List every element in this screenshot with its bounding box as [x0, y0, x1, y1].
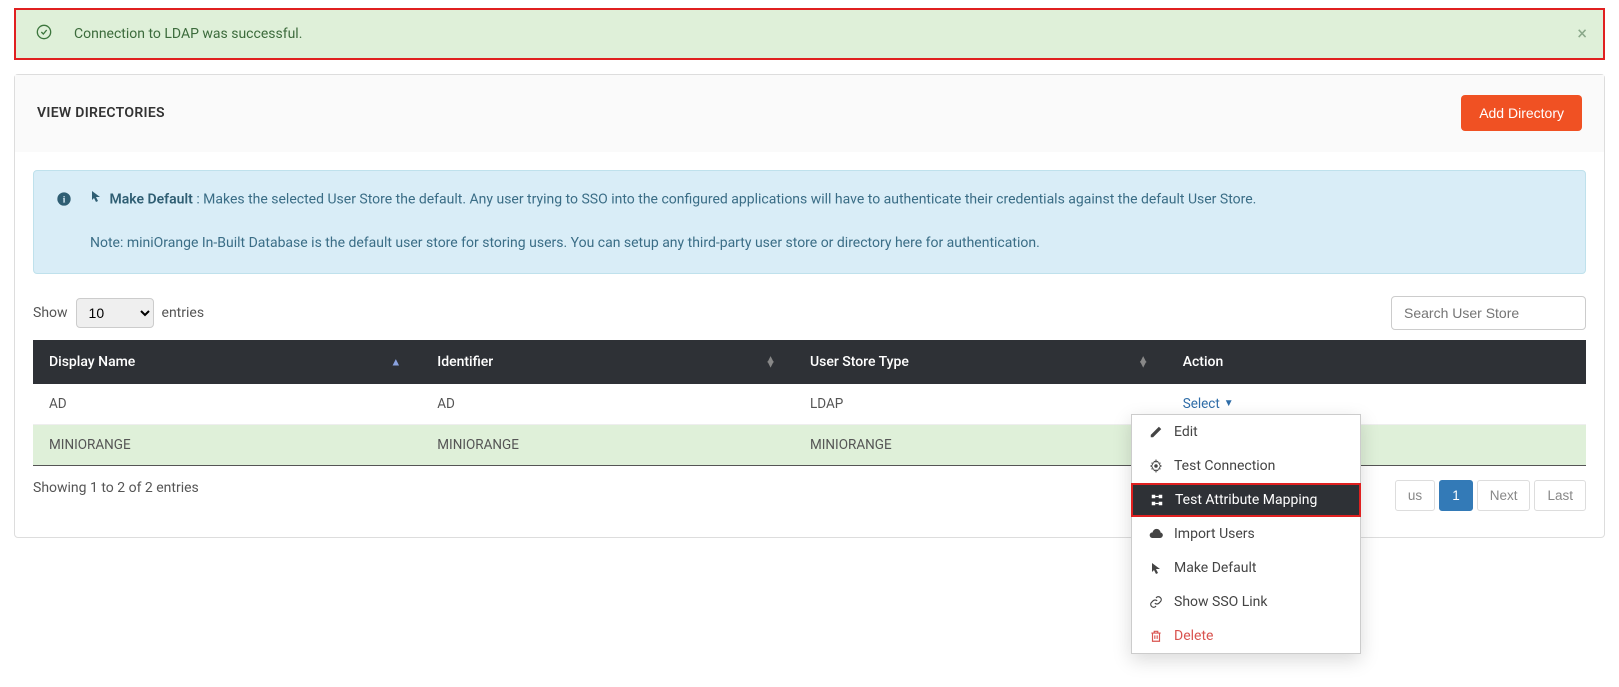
- info-body: : Makes the selected User Store the defa…: [196, 192, 1256, 208]
- pagination: us 1 Next Last: [1395, 480, 1586, 511]
- cell-type: MINIORANGE: [794, 424, 1167, 465]
- make-default-label: Make Default: [109, 192, 192, 208]
- cursor-icon: [1148, 561, 1164, 575]
- caret-down-icon: ▼: [1224, 398, 1234, 409]
- svg-text:i: i: [63, 195, 66, 205]
- page-prev[interactable]: us: [1395, 480, 1435, 511]
- add-directory-button[interactable]: Add Directory: [1461, 95, 1582, 131]
- dd-test-connection[interactable]: Test Connection: [1132, 449, 1360, 483]
- cell-display: AD: [33, 384, 421, 425]
- action-dropdown: Edit Test Connection Test Attribute Mapp…: [1131, 414, 1361, 654]
- close-icon[interactable]: ×: [1577, 24, 1587, 45]
- cloud-download-icon: [1148, 527, 1164, 541]
- col-display[interactable]: Display Name ▲: [33, 340, 421, 384]
- page-title: VIEW DIRECTORIES: [37, 105, 165, 121]
- cell-type: LDAP: [794, 384, 1167, 425]
- sort-icon: ▲▼: [765, 356, 776, 367]
- show-label: Show: [33, 305, 68, 321]
- dd-test-attribute-mapping[interactable]: Test Attribute Mapping: [1131, 483, 1361, 517]
- col-action: Action: [1167, 340, 1586, 384]
- select-dropdown-trigger[interactable]: Select ▼: [1183, 396, 1234, 412]
- sort-asc-icon: ▲: [390, 355, 401, 368]
- cell-display: MINIORANGE: [33, 424, 421, 465]
- page-last[interactable]: Last: [1534, 480, 1586, 511]
- directories-panel: VIEW DIRECTORIES Add Directory i Make De…: [14, 74, 1605, 538]
- trash-icon: [1148, 629, 1164, 643]
- info-note: Note: miniOrange In-Built Database is th…: [90, 233, 1563, 255]
- info-icon: i: [56, 191, 72, 211]
- col-identifier[interactable]: Identifier ▲▼: [421, 340, 794, 384]
- dd-import-users[interactable]: Import Users: [1132, 517, 1360, 551]
- sort-icon: ▲▼: [1138, 356, 1149, 367]
- dd-delete[interactable]: Delete: [1132, 619, 1360, 653]
- col-type[interactable]: User Store Type ▲▼: [794, 340, 1167, 384]
- cursor-icon: [90, 189, 102, 211]
- page-1[interactable]: 1: [1439, 480, 1473, 511]
- alert-text: Connection to LDAP was successful.: [74, 26, 302, 42]
- info-box: i Make Default : Makes the selected User…: [33, 170, 1586, 274]
- check-circle-icon: [36, 24, 52, 44]
- success-alert: Connection to LDAP was successful. ×: [14, 8, 1605, 60]
- gear-icon: [1148, 459, 1164, 473]
- dd-show-sso-link[interactable]: Show SSO Link: [1132, 585, 1360, 619]
- cell-identifier: MINIORANGE: [421, 424, 794, 465]
- cell-identifier: AD: [421, 384, 794, 425]
- edit-icon: [1148, 425, 1164, 439]
- page-next[interactable]: Next: [1477, 480, 1531, 511]
- mapping-icon: [1149, 493, 1165, 507]
- panel-header: VIEW DIRECTORIES Add Directory: [15, 75, 1604, 152]
- search-input[interactable]: [1391, 296, 1586, 330]
- showing-text: Showing 1 to 2 of 2 entries: [33, 480, 199, 496]
- dd-make-default[interactable]: Make Default: [1132, 551, 1360, 585]
- info-text: Make Default : Makes the selected User S…: [90, 189, 1563, 255]
- entries-select[interactable]: 10: [76, 298, 154, 328]
- entries-label: entries: [162, 305, 205, 321]
- dd-edit[interactable]: Edit: [1132, 415, 1360, 449]
- link-icon: [1148, 595, 1164, 609]
- table-controls: Show 10 entries: [33, 296, 1586, 330]
